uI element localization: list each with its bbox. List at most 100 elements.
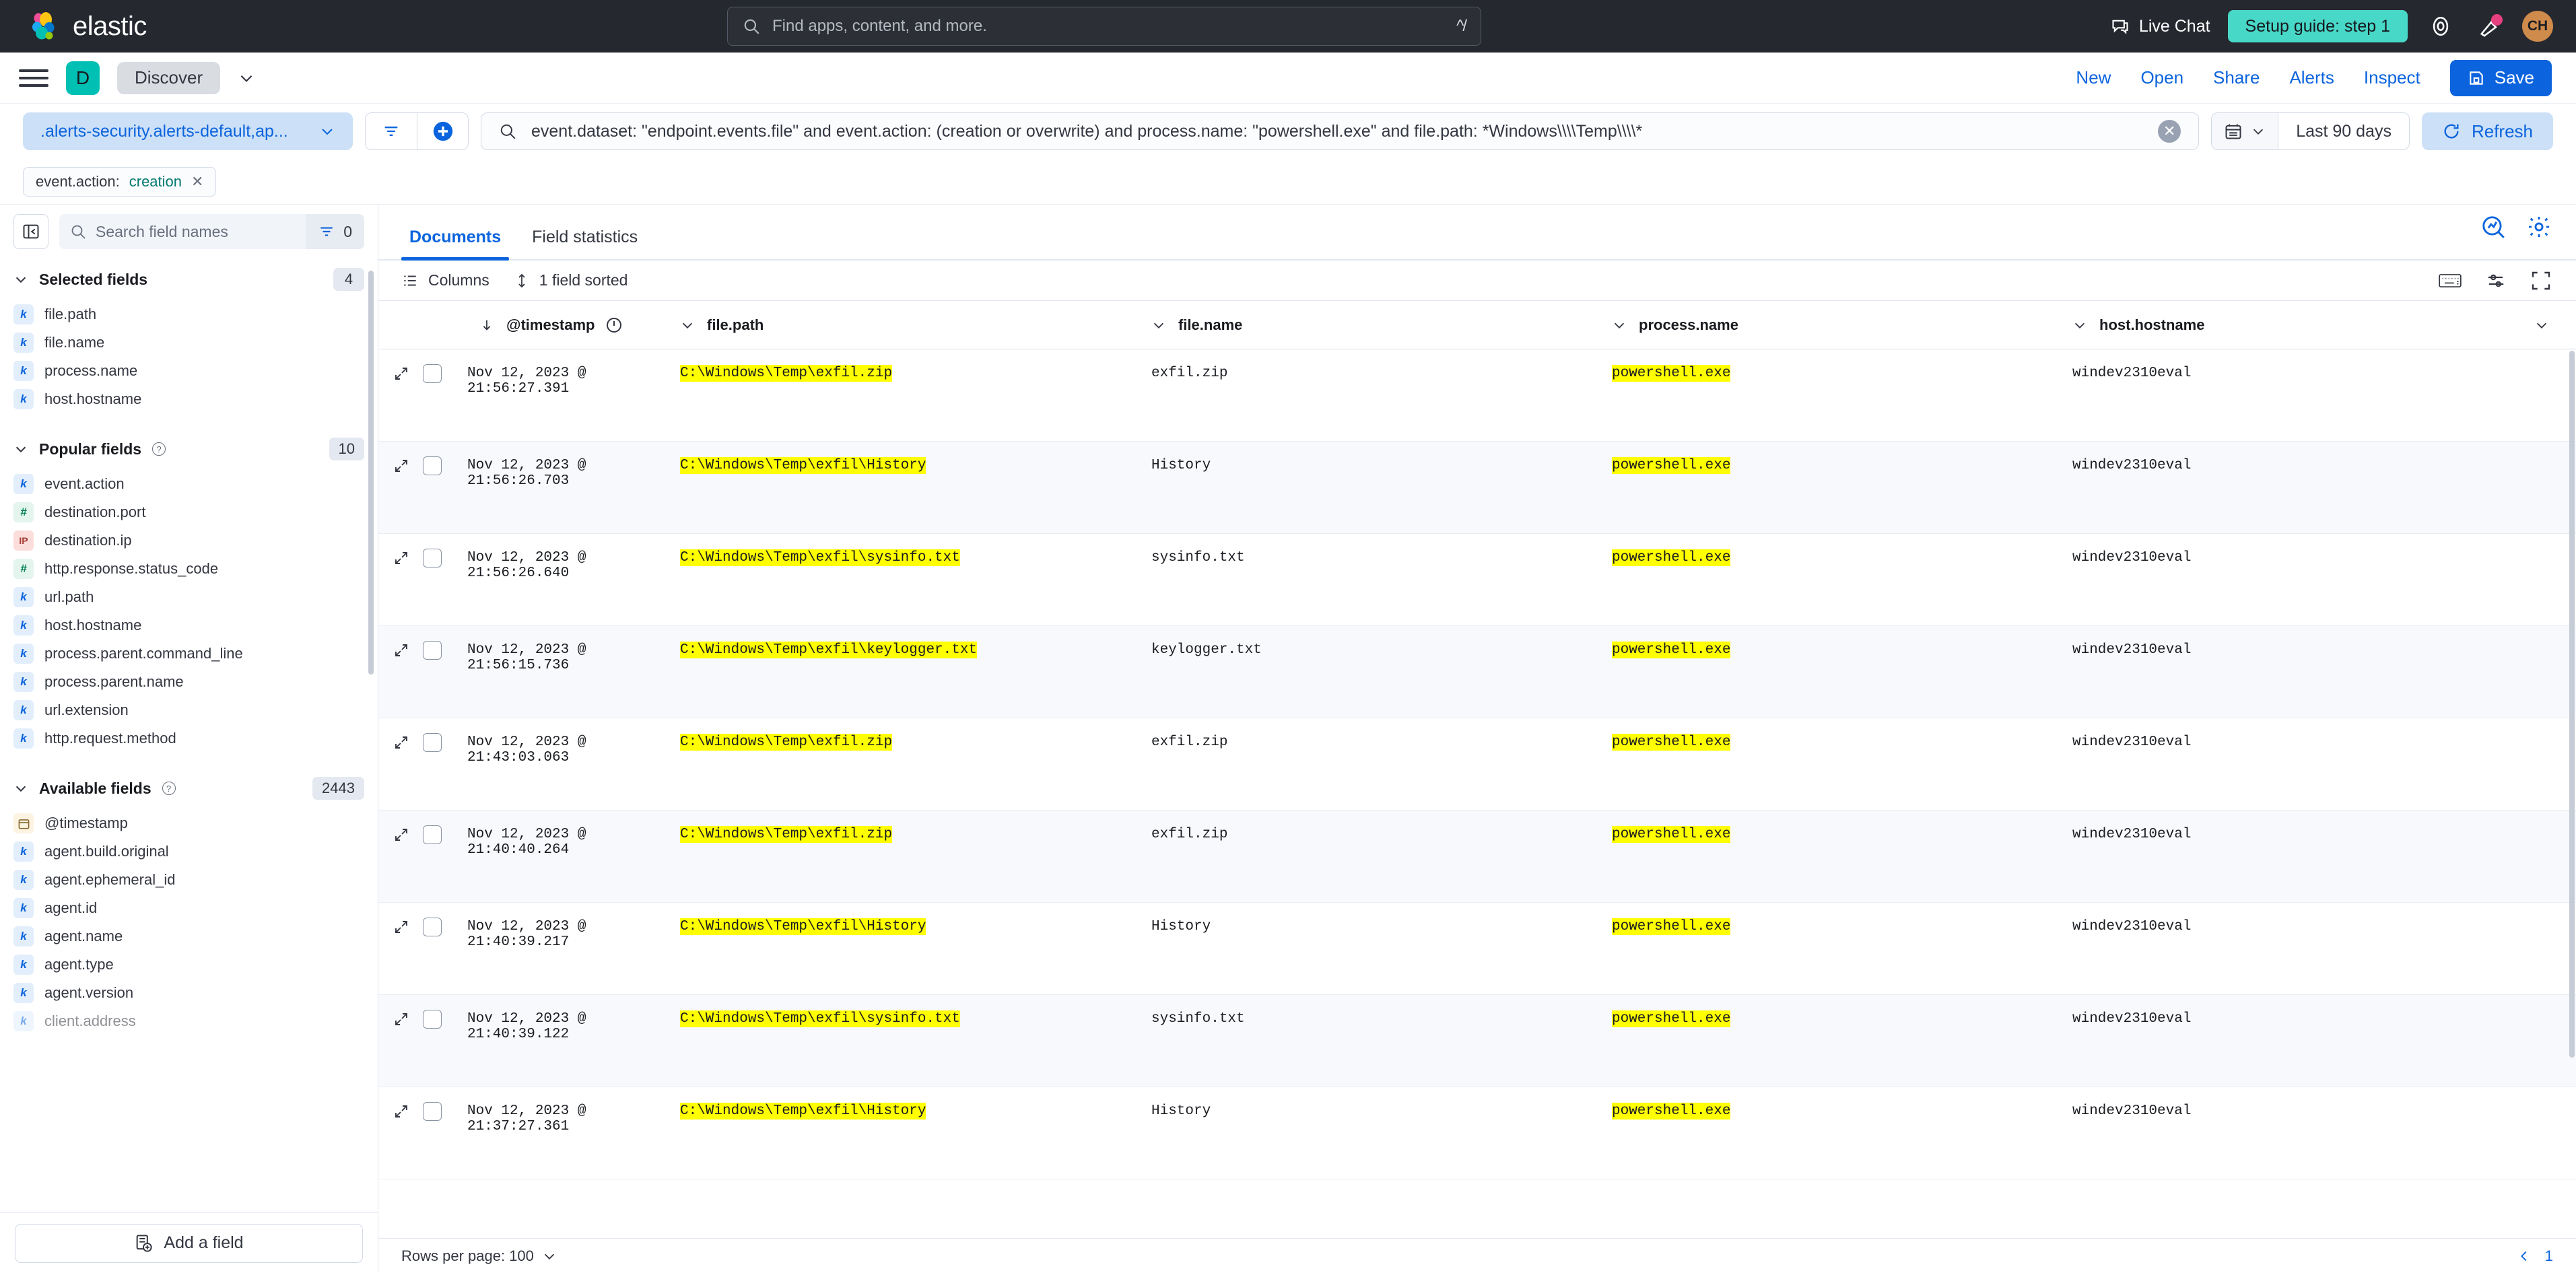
sidebar-field-agent-name[interactable]: k agent.name — [13, 922, 364, 951]
sidebar-field-file-path[interactable]: k file.path — [13, 300, 364, 329]
sidebar-field-process-parent-command-line[interactable]: k process.parent.command_line — [13, 640, 364, 668]
table-row[interactable]: Nov 12, 2023 @ 21:43:03.063 C:\Windows\Te… — [378, 718, 2576, 811]
table-row[interactable]: Nov 12, 2023 @ 21:40:39.217 C:\Windows\Te… — [378, 903, 2576, 995]
row-checkbox[interactable] — [423, 1010, 442, 1029]
sidebar-field-destination-ip[interactable]: IP destination.ip — [13, 526, 364, 555]
sidebar-field-agent-ephemeral-id[interactable]: k agent.ephemeral_id — [13, 866, 364, 894]
display-options-icon[interactable] — [2484, 271, 2507, 291]
table-row[interactable]: Nov 12, 2023 @ 21:40:40.264 C:\Windows\Te… — [378, 811, 2576, 903]
sidebar-field-event-action[interactable]: k event.action — [13, 470, 364, 498]
chevron-down-icon[interactable] — [1612, 318, 1627, 333]
expand-row-icon[interactable] — [393, 1011, 409, 1027]
sidebar-field-agent-version[interactable]: k agent.version — [13, 979, 364, 1007]
sidebar-field-agent-build-original[interactable]: k agent.build.original — [13, 837, 364, 866]
sidebar-field-process-parent-name[interactable]: k process.parent.name — [13, 668, 364, 696]
row-checkbox[interactable] — [423, 1102, 442, 1121]
table-row[interactable]: Nov 12, 2023 @ 21:56:15.736 C:\Windows\Te… — [378, 626, 2576, 718]
field-list[interactable]: Selected fields 4 k file.path k file.nam… — [0, 256, 378, 1212]
help-button[interactable] — [2425, 11, 2456, 42]
calendar-quick-select-button[interactable] — [2212, 113, 2279, 149]
data-view-selector[interactable]: .alerts-security.alerts-default,ap... — [23, 112, 353, 150]
sort-button[interactable]: 1 field sorted — [514, 271, 628, 289]
setup-guide-button[interactable]: Setup guide: step 1 — [2227, 10, 2408, 42]
inspect-chart-icon[interactable] — [2480, 214, 2506, 240]
field-type-filter-button[interactable]: 0 — [306, 214, 364, 249]
nav-link-alerts[interactable]: Alerts — [2289, 67, 2334, 88]
row-checkbox[interactable] — [423, 456, 442, 475]
help-circle-icon[interactable]: ? — [162, 782, 176, 795]
keyboard-shortcuts-icon[interactable] — [2439, 272, 2462, 289]
tab-field-statistics[interactable]: Field statistics — [524, 228, 646, 259]
row-checkbox[interactable] — [423, 364, 442, 383]
sidebar-field-host-hostname[interactable]: k host.hostname — [13, 385, 364, 413]
expand-row-icon[interactable] — [393, 734, 409, 751]
nav-link-new[interactable]: New — [2076, 67, 2111, 88]
expand-row-icon[interactable] — [393, 919, 409, 935]
sidebar-field-url-path[interactable]: k url.path — [13, 583, 364, 611]
field-group-header-selected[interactable]: Selected fields 4 — [13, 256, 364, 300]
chevron-down-icon[interactable] — [680, 318, 695, 333]
sidebar-field-client-address[interactable]: k client.address — [13, 1007, 364, 1035]
column-header-host-hostname[interactable]: host.hostname — [2060, 316, 2576, 334]
chevron-down-icon[interactable] — [1151, 318, 1166, 333]
page-number[interactable]: 1 — [2545, 1247, 2553, 1265]
sidebar-field-http-status-code[interactable]: # http.response.status_code — [13, 555, 364, 583]
chevron-down-icon[interactable] — [238, 69, 255, 87]
row-checkbox[interactable] — [423, 733, 442, 752]
row-checkbox[interactable] — [423, 918, 442, 936]
chevron-down-icon[interactable] — [2534, 318, 2549, 333]
grid-vertical-scrollbar[interactable] — [2569, 351, 2575, 1058]
news-announcements-button[interactable] — [2474, 11, 2505, 42]
nav-link-inspect[interactable]: Inspect — [2364, 67, 2420, 88]
table-row[interactable]: Nov 12, 2023 @ 21:56:27.391 C:\Windows\Te… — [378, 349, 2576, 442]
user-avatar[interactable]: CH — [2522, 11, 2553, 42]
help-circle-icon[interactable]: ? — [152, 442, 166, 456]
expand-row-icon[interactable] — [393, 458, 409, 474]
expand-row-icon[interactable] — [393, 1103, 409, 1120]
sidebar-field-destination-port[interactable]: # destination.port — [13, 498, 364, 526]
columns-button[interactable]: Columns — [401, 271, 489, 289]
field-group-header-popular[interactable]: Popular fields ? 10 — [13, 413, 364, 470]
menu-toggle-icon[interactable] — [19, 63, 48, 93]
live-chat-button[interactable]: Live Chat — [2111, 17, 2210, 36]
gear-icon[interactable] — [2526, 214, 2552, 240]
table-row[interactable]: Nov 12, 2023 @ 21:56:26.703 C:\Windows\Te… — [378, 442, 2576, 534]
collapse-sidebar-button[interactable] — [13, 214, 48, 249]
tab-documents[interactable]: Documents — [401, 228, 510, 261]
chevron-left-icon[interactable] — [2517, 1249, 2532, 1264]
refresh-button[interactable]: Refresh — [2421, 112, 2553, 150]
sidebar-field-agent-type[interactable]: k agent.type — [13, 951, 364, 979]
expand-row-icon[interactable] — [393, 827, 409, 843]
close-icon[interactable]: ✕ — [191, 173, 203, 191]
filter-pill-event-action[interactable]: event.action: creation ✕ — [23, 166, 217, 197]
table-row[interactable]: Nov 12, 2023 @ 21:56:26.640 C:\Windows\Te… — [378, 534, 2576, 626]
column-header-file-path[interactable]: file.path — [668, 316, 1139, 334]
nav-link-share[interactable]: Share — [2213, 67, 2260, 88]
expand-row-icon[interactable] — [393, 550, 409, 566]
fullscreen-icon[interactable] — [2530, 270, 2552, 291]
table-row[interactable]: Nov 12, 2023 @ 21:40:39.122 C:\Windows\Te… — [378, 995, 2576, 1087]
chevron-down-icon[interactable] — [2072, 318, 2087, 333]
sidebar-field-agent-id[interactable]: k agent.id — [13, 894, 364, 922]
nav-link-open[interactable]: Open — [2140, 67, 2183, 88]
sidebar-field-host-hostname-popular[interactable]: k host.hostname — [13, 611, 364, 640]
clear-query-icon[interactable]: ✕ — [2158, 120, 2181, 143]
time-range-label[interactable]: Last 90 days — [2278, 113, 2409, 149]
global-search-input[interactable]: Find apps, content, and more. ^/ — [727, 7, 1481, 46]
expand-row-icon[interactable] — [393, 642, 409, 658]
sidebar-field-file-name[interactable]: k file.name — [13, 329, 364, 357]
sidebar-field-url-extension[interactable]: k url.extension — [13, 696, 364, 724]
breadcrumb-discover[interactable]: Discover — [117, 61, 221, 94]
add-filter-button[interactable] — [417, 113, 468, 149]
field-group-header-available[interactable]: Available fields ? 2443 — [13, 753, 364, 809]
sidebar-field-process-name[interactable]: k process.name — [13, 357, 364, 385]
row-checkbox[interactable] — [423, 549, 442, 567]
column-header-file-name[interactable]: file.name — [1139, 316, 1600, 334]
sidebar-field-timestamp[interactable]: @timestamp — [13, 809, 364, 837]
table-row[interactable]: Nov 12, 2023 @ 21:37:27.361 C:\Windows\Te… — [378, 1087, 2576, 1179]
column-header-timestamp[interactable]: @timestamp — [467, 316, 668, 334]
expand-row-icon[interactable] — [393, 366, 409, 382]
row-checkbox[interactable] — [423, 825, 442, 844]
date-picker[interactable]: Last 90 days — [2211, 112, 2410, 150]
field-search-input[interactable]: Search field names 0 — [59, 214, 364, 249]
